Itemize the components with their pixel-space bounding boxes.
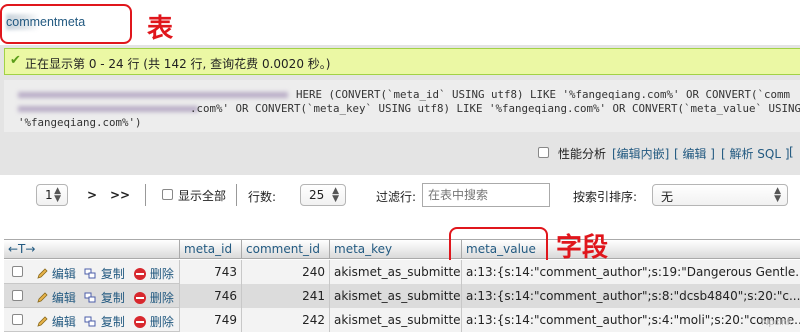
profiling-label: 性能分析 (558, 147, 607, 161)
row-checkbox[interactable] (12, 266, 23, 277)
stepper-icon: ▲ ▼ (774, 186, 781, 204)
copy-icon (84, 292, 97, 307)
row-delete-label: 删除 (149, 291, 174, 305)
row-copy-label: 复制 (100, 315, 125, 329)
column-header-comment-id[interactable]: comment_id (241, 239, 324, 259)
row-copy-label: 复制 (100, 267, 125, 281)
row-edit-button[interactable]: 编辑 (36, 289, 76, 306)
last-page-button[interactable]: >> (110, 188, 130, 202)
cell-comment-id: 241 (241, 284, 329, 308)
row-edit-label: 编辑 (51, 267, 76, 281)
profiling-checkbox[interactable] (538, 147, 549, 158)
pencil-icon (36, 316, 48, 328)
row-edit-button[interactable]: 编辑 (36, 313, 76, 330)
rows-per-page-select[interactable]: 25 ▲ ▼ (300, 184, 346, 206)
table-annotation-box (0, 4, 132, 44)
rows-label: 行数: (248, 190, 277, 204)
row-copy-button[interactable]: 复制 (84, 289, 125, 307)
stepper-icon: ▲ ▼ (54, 186, 61, 204)
explain-sql-link[interactable]: [ 解析 SQL ] (721, 145, 790, 162)
row-delete-label: 删除 (149, 267, 174, 281)
cell-meta-value: a:13:{s:14:"comment_author";s:19:"Danger… (461, 260, 800, 284)
inline-edit-link[interactable]: [编辑内嵌] (612, 145, 669, 162)
show-all-label: 显示全部 (178, 189, 227, 203)
row-copy-button[interactable]: 复制 (84, 313, 125, 331)
row-delete-button[interactable]: 删除 (134, 289, 174, 306)
table-annotation-label: 表 (147, 14, 174, 44)
field-annotation-label: 字段 (556, 233, 609, 263)
rows-per-page-value: 25 (309, 188, 325, 202)
stepper-icon: ▲ ▼ (332, 186, 339, 204)
cell-comment-id: 240 (241, 260, 329, 284)
sql-query-line: .com%' OR CONVERT(`meta_key` USING utf8)… (190, 102, 800, 115)
row-edit-button[interactable]: 编辑 (36, 265, 76, 282)
row-delete-button[interactable]: 删除 (134, 313, 174, 330)
filter-label: 过滤行: (376, 190, 417, 204)
redacted-sql-part (18, 106, 198, 112)
row-copy-label: 复制 (100, 291, 125, 305)
filter-rows-input[interactable] (422, 183, 550, 207)
cell-meta-value: a:13:{s:14:"comment_author";s:8:"dcsb484… (461, 284, 800, 308)
row-edit-label: 编辑 (51, 315, 76, 329)
more-link[interactable]: [ (789, 145, 794, 159)
sql-query-line: '%fangeqiang.com%') (18, 116, 142, 129)
success-message: 正在显示第 0 - 24 行 (共 142 行, 查询花费 0.0020 秒。) (25, 57, 331, 71)
cell-meta-key: akismet_as_submitted (329, 284, 461, 308)
row-checkbox[interactable] (12, 290, 23, 301)
column-move-arrows[interactable]: ←T→ (4, 239, 39, 259)
cell-meta-key: akismet_as_submitted (329, 308, 461, 332)
show-all-checkbox[interactable] (162, 189, 173, 200)
delete-icon (134, 268, 146, 280)
column-header-meta-id[interactable]: meta_id (179, 239, 236, 259)
sort-by-index-value: 无 (661, 190, 674, 204)
row-delete-label: 删除 (149, 315, 174, 329)
check-icon: ✔ (10, 53, 21, 68)
pencil-icon (36, 268, 48, 280)
delete-icon (134, 292, 146, 304)
page-select-value: 1 (45, 188, 53, 202)
row-edit-label: 编辑 (51, 291, 76, 305)
delete-icon (134, 316, 146, 328)
row-delete-button[interactable]: 删除 (134, 265, 174, 282)
sort-by-index-label: 按索引排序: (573, 190, 638, 204)
cell-meta-id: 746 (179, 284, 241, 308)
cell-meta-id: 743 (179, 260, 241, 284)
cell-meta-id: 749 (179, 308, 241, 332)
sort-by-index-select[interactable]: 无 ▲ ▼ (652, 184, 788, 206)
copy-icon (84, 316, 97, 331)
cell-meta-value: a:13:{s:14:"comment_author";s:4:"moli";s… (461, 308, 800, 332)
next-page-button[interactable]: > (87, 188, 97, 202)
cell-meta-key: akismet_as_submitted (329, 260, 461, 284)
edit-link[interactable]: [ 编辑 ] (674, 145, 715, 162)
redacted-sql-part (18, 92, 288, 98)
cell-comment-id: 242 (241, 308, 329, 332)
sql-query-line: HERE (CONVERT(`meta_id` USING utf8) LIKE… (296, 88, 791, 101)
pencil-icon (36, 292, 48, 304)
table-header (4, 239, 800, 259)
divider (145, 184, 146, 206)
column-header-meta-key[interactable]: meta_key (329, 239, 396, 259)
row-checkbox[interactable] (12, 314, 23, 325)
row-copy-button[interactable]: 复制 (84, 265, 125, 283)
page-select[interactable]: 1 ▲ ▼ (36, 184, 68, 206)
watermark: Npcink (761, 317, 792, 328)
copy-icon (84, 268, 97, 283)
divider (236, 184, 237, 206)
